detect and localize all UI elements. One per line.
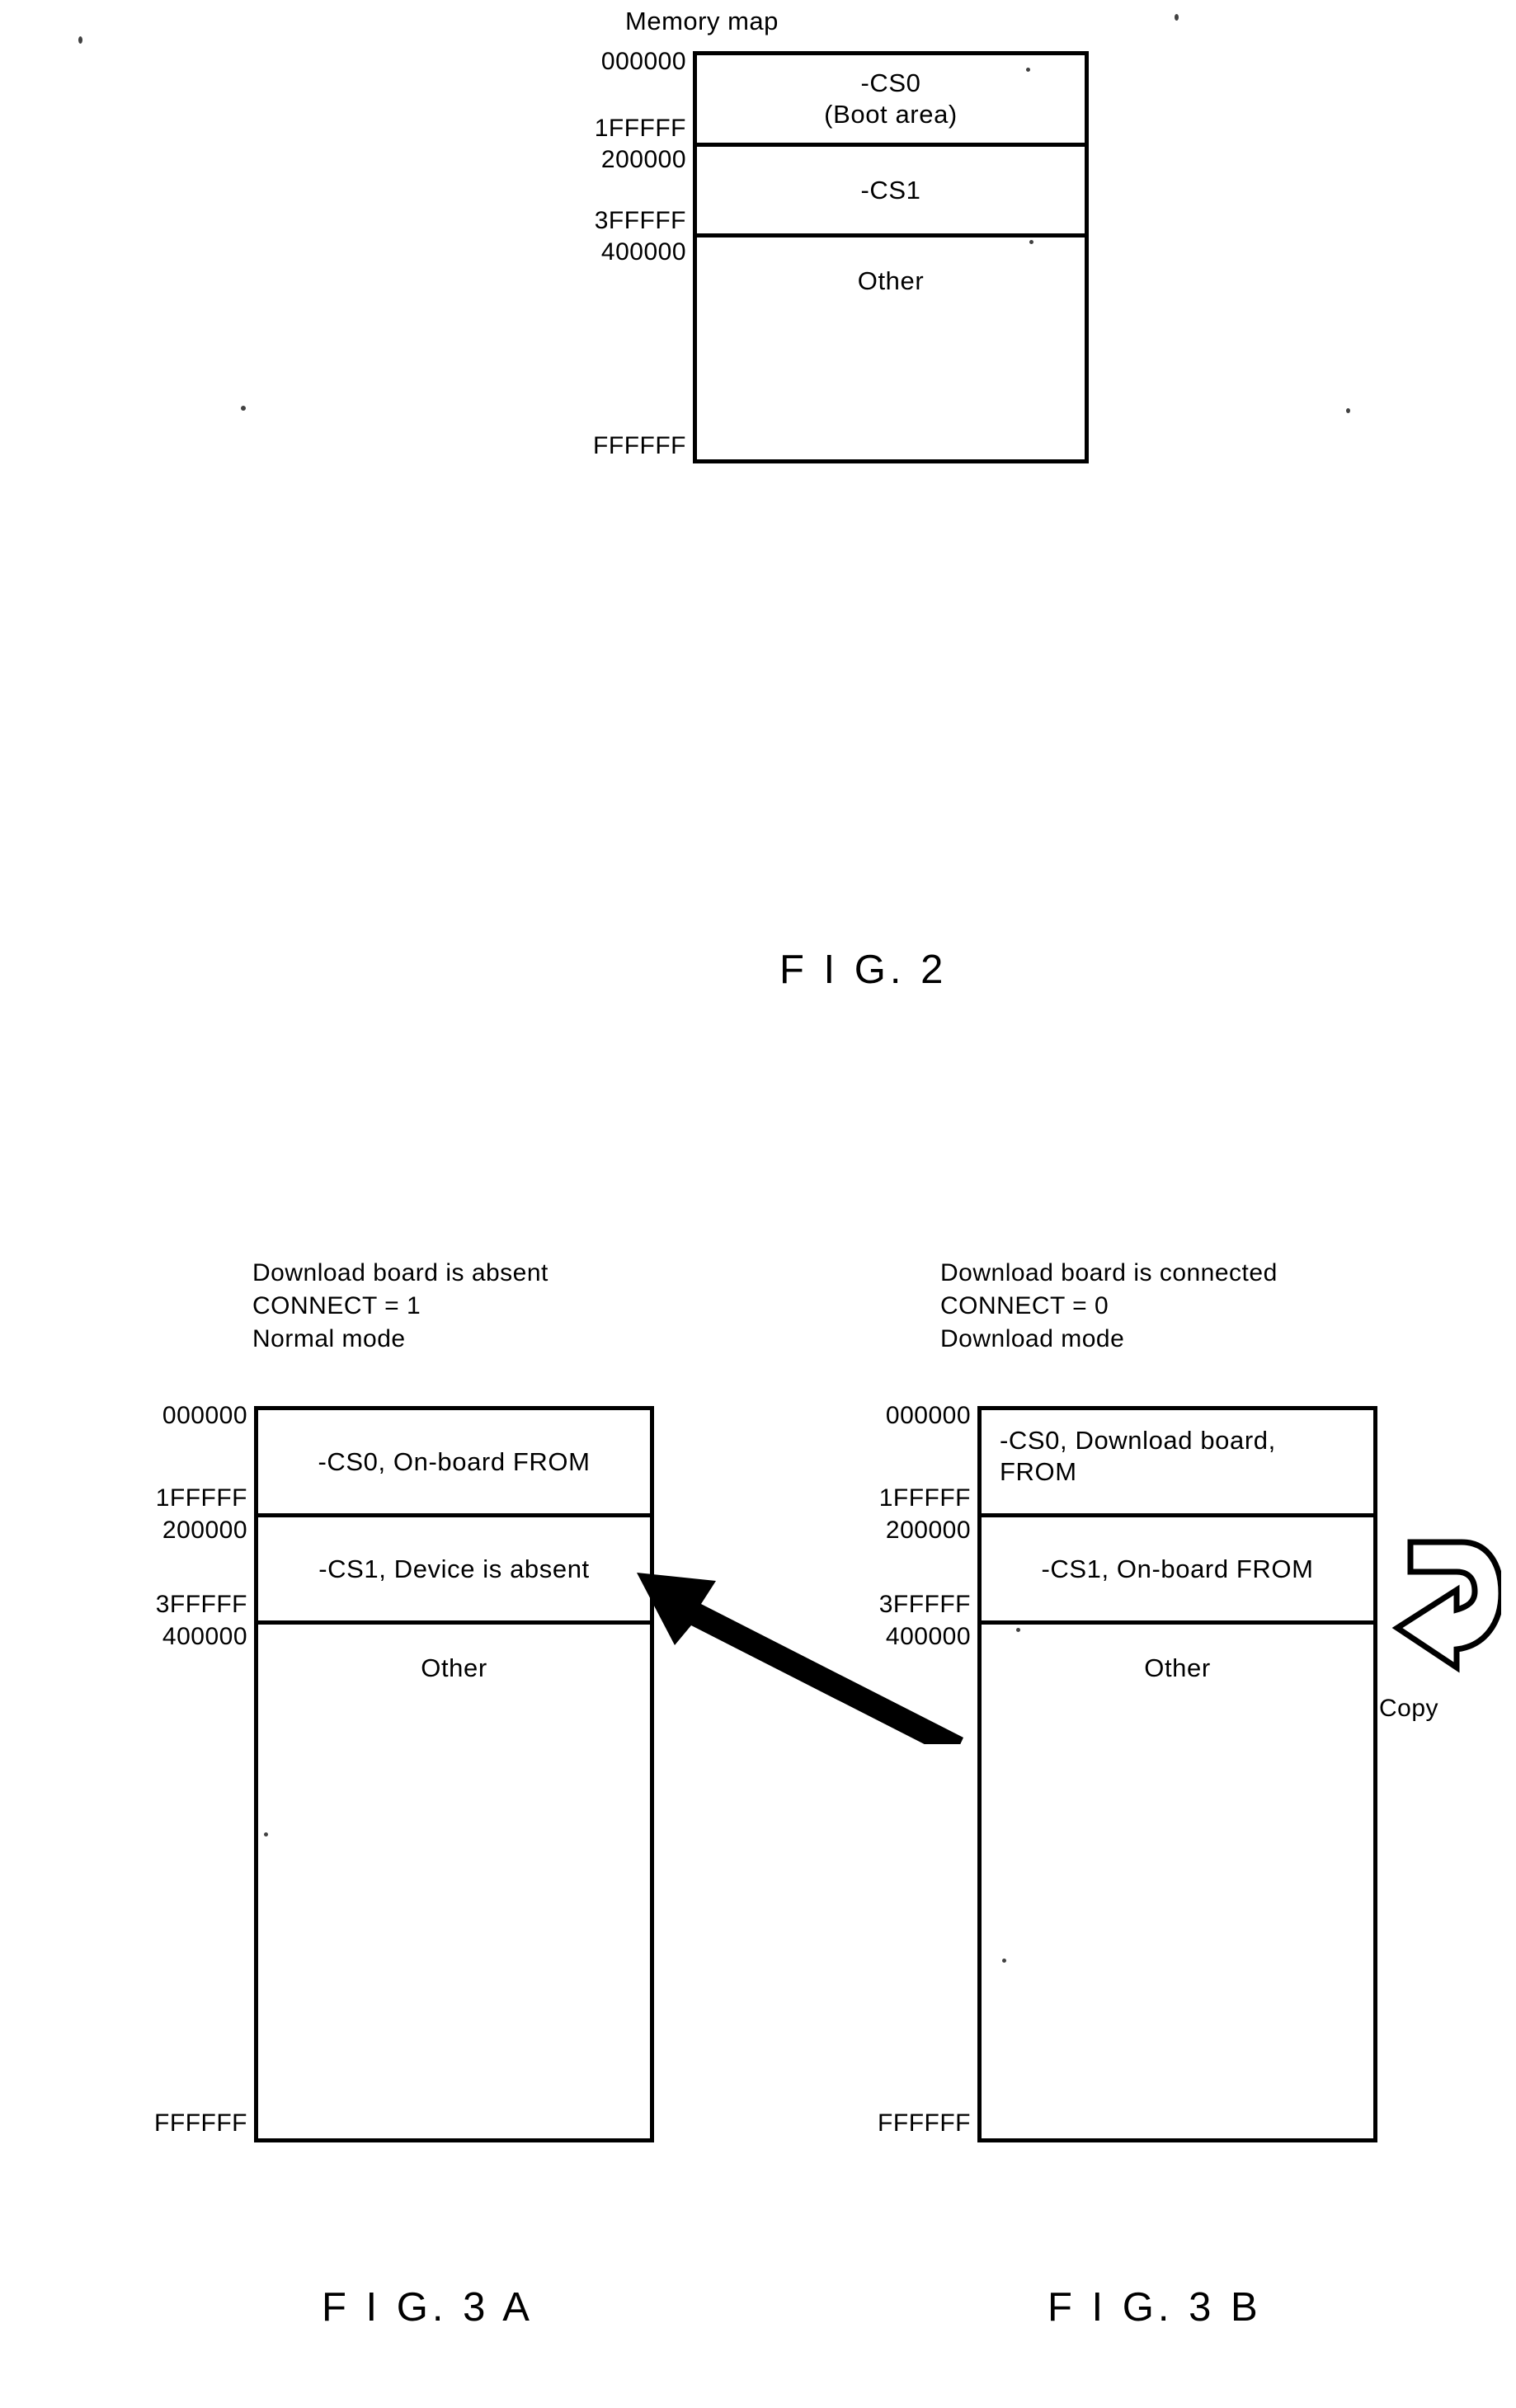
figure3b-region-cs0-label: -CS0, Download board, FROM	[1000, 1426, 1276, 1486]
figure2-title: Memory map	[625, 7, 779, 35]
figure3b-address-000000: 000000	[885, 1402, 971, 1429]
figure2-memory-map: -CS0 (Boot area) -CS1 Other	[693, 51, 1089, 463]
scan-speck	[264, 1832, 268, 1837]
figure3b-heading-line1: Download board is connected	[940, 1259, 1278, 1286]
figure3a-region-cs0: -CS0, On-board FROM	[258, 1410, 650, 1517]
figure3b-caption: F I G. 3 B	[1048, 2285, 1262, 2330]
transfer-arrow-icon	[637, 1573, 963, 1744]
figure3a-address-3FFFFF: 3FFFFF	[155, 1591, 247, 1618]
figure3b-address-FFFFFF: FFFFFF	[878, 2109, 971, 2137]
figure2-region-cs1: -CS1	[697, 147, 1085, 238]
figure2-region-other: Other	[697, 238, 1085, 459]
scan-speck	[1029, 240, 1033, 244]
figure2-address-1FFFFF: 1FFFFF	[594, 115, 686, 142]
figure3a-region-other: Other	[258, 1625, 650, 2138]
scan-speck	[78, 36, 82, 44]
figure3a-address-FFFFFF: FFFFFF	[154, 2109, 247, 2137]
scan-speck	[1175, 14, 1179, 21]
scan-speck	[1002, 1959, 1006, 1963]
figure3b-region-cs0: -CS0, Download board, FROM	[982, 1410, 1373, 1517]
figure3b-region-other: Other	[982, 1625, 1373, 2138]
figure3a-heading-line2: CONNECT = 1	[252, 1292, 421, 1319]
figure2-address-3FFFFF: 3FFFFF	[594, 207, 686, 234]
figure3a-address-1FFFFF: 1FFFFF	[155, 1484, 247, 1512]
figure3a-caption: F I G. 3 A	[322, 2285, 534, 2330]
figure2-region-cs0-label: -CS0 (Boot area)	[824, 68, 958, 129]
figure3a-heading-line3: Normal mode	[252, 1325, 406, 1352]
figure3b-region-other-label: Other	[1144, 1653, 1211, 1682]
scan-speck	[241, 406, 246, 411]
figure2-address-400000: 400000	[600, 238, 686, 266]
figure3a-address-200000: 200000	[162, 1517, 247, 1544]
copy-arrow-icon	[1391, 1539, 1501, 1673]
figure3a-region-cs1-label: -CS1, Device is absent	[318, 1554, 590, 1583]
figure3a-address-000000: 000000	[162, 1402, 247, 1429]
figure2-region-other-label: Other	[857, 266, 925, 295]
figure2-region-cs1-label: -CS1	[860, 175, 921, 205]
figure3b-region-cs1-label: -CS1, On-board FROM	[1041, 1554, 1314, 1583]
figure3b-heading-line3: Download mode	[940, 1325, 1125, 1352]
figure3b-region-cs1: -CS1, On-board FROM	[982, 1517, 1373, 1625]
figure3a-address-400000: 400000	[162, 1623, 247, 1650]
figure3a-region-cs1: -CS1, Device is absent	[258, 1517, 650, 1625]
figure2-address-000000: 000000	[600, 48, 686, 75]
figure2-address-200000: 200000	[600, 146, 686, 173]
figure3b-address-1FFFFF: 1FFFFF	[878, 1484, 971, 1512]
figure3b-memory-map: -CS0, Download board, FROM -CS1, On-board…	[977, 1406, 1377, 2142]
copy-arrow-label: Copy	[1379, 1695, 1439, 1722]
scan-speck	[1346, 408, 1350, 413]
figure3b-heading-line2: CONNECT = 0	[940, 1292, 1109, 1319]
scan-speck	[1026, 68, 1030, 72]
scan-speck	[1016, 1628, 1020, 1632]
figure2-caption: F I G. 2	[779, 948, 948, 992]
figure3a-heading-line1: Download board is absent	[252, 1259, 548, 1286]
figure3a-region-cs0-label: -CS0, On-board FROM	[318, 1446, 591, 1476]
figure3a-memory-map: -CS0, On-board FROM -CS1, Device is abse…	[254, 1406, 654, 2142]
figure3a-region-other-label: Other	[421, 1653, 487, 1682]
figure2-address-FFFFFF: FFFFFF	[593, 432, 686, 459]
